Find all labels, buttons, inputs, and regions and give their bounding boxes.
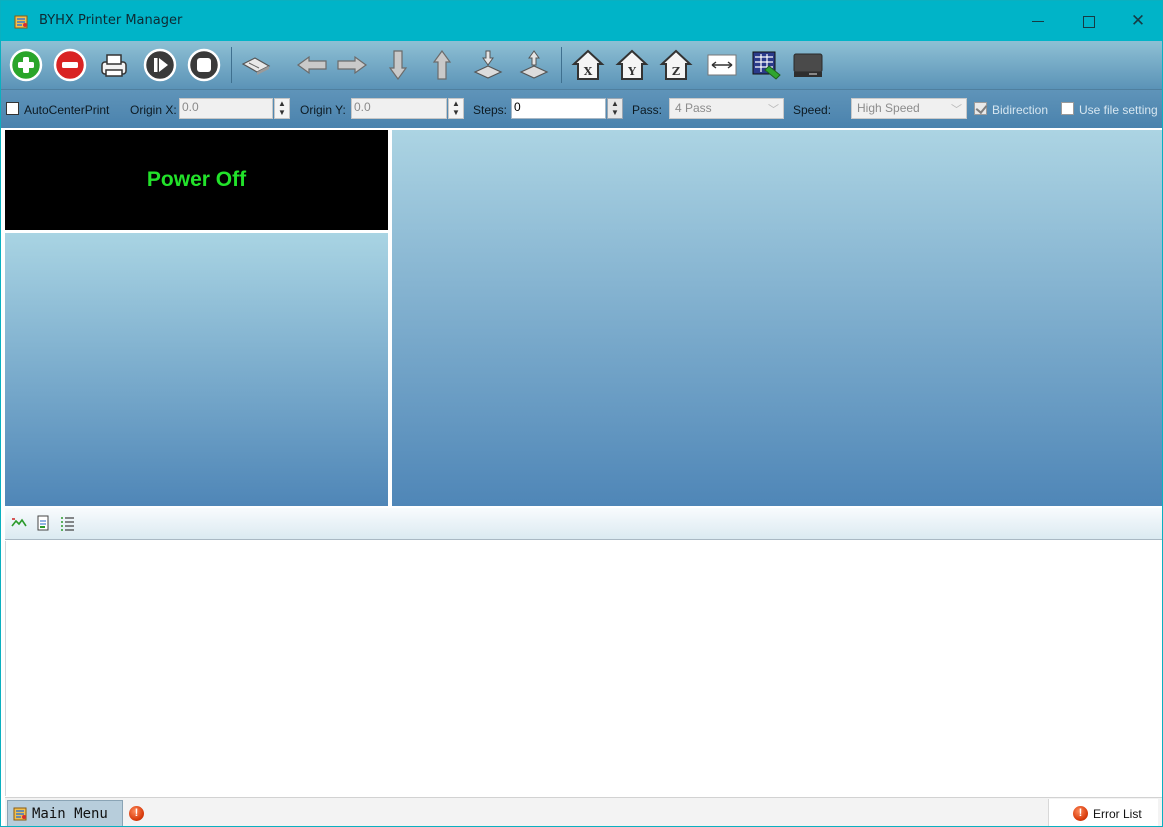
app-window: BYHX Printer Manager ✕ X Y Z AutoCenterP…	[0, 0, 1163, 827]
settings-table-icon[interactable]	[749, 48, 783, 82]
printer-info-pane	[5, 233, 388, 506]
svg-text:Y: Y	[627, 65, 636, 78]
origin-y-field[interactable]: 0.0	[351, 98, 447, 119]
remove-icon[interactable]	[53, 48, 87, 82]
close-button[interactable]: ✕	[1113, 1, 1162, 41]
main-menu-button[interactable]: Main Menu	[7, 800, 123, 826]
speed-label: Speed:	[793, 103, 832, 117]
steps-field[interactable]: 0	[511, 98, 606, 119]
origin-y-spinner[interactable]: ▲ ▼	[448, 98, 464, 119]
measure-width-icon[interactable]	[705, 48, 739, 82]
app-printer-icon	[14, 15, 28, 29]
bidirection-label: Bidirection	[992, 103, 1049, 117]
printer-device-icon[interactable]	[791, 48, 825, 82]
toolbar-separator	[561, 47, 562, 83]
status-bar: Main Menu ! ! Error List	[5, 797, 1162, 826]
resume-icon[interactable]	[143, 48, 177, 82]
log-open-icon[interactable]	[11, 515, 27, 531]
origin-x-field[interactable]: 0.0	[179, 98, 273, 119]
log-output-area[interactable]	[5, 541, 1162, 796]
stop-icon[interactable]	[187, 48, 221, 82]
job-preview-pane	[392, 130, 1162, 506]
origin-y-label: Origin Y:	[300, 103, 346, 117]
power-status-text: Power Off	[146, 168, 247, 191]
speed-select[interactable]: High Speed ﹀	[851, 98, 967, 119]
media-down-icon[interactable]	[471, 48, 505, 82]
svg-text:Z: Z	[672, 65, 680, 78]
steps-spinner[interactable]: ▲ ▼	[607, 98, 623, 119]
media-up-icon[interactable]	[517, 48, 551, 82]
log-toolbar	[5, 508, 1162, 540]
use-file-setting-checkbox[interactable]	[1061, 102, 1074, 115]
svg-text:X: X	[584, 65, 593, 78]
main-menu-label: Main Menu	[32, 806, 108, 822]
chevron-down-icon: ﹀	[951, 104, 962, 116]
minimize-button[interactable]	[1013, 1, 1063, 41]
move-up-icon[interactable]	[425, 48, 459, 82]
error-icon[interactable]: !	[129, 806, 144, 821]
origin-x-label: Origin X:	[130, 103, 177, 117]
app-printer-icon	[13, 807, 27, 821]
main-toolbar: X Y Z	[1, 41, 1162, 90]
speed-select-value: High Speed	[857, 101, 920, 115]
move-right-icon[interactable]	[335, 48, 369, 82]
pass-select-value: 4 Pass	[675, 101, 712, 115]
clean-head-icon[interactable]	[239, 48, 273, 82]
home-x-icon[interactable]: X	[571, 48, 605, 82]
maximize-button[interactable]	[1063, 1, 1113, 41]
error-list-label: Error List	[1093, 807, 1142, 821]
origin-x-spinner[interactable]: ▲ ▼	[274, 98, 290, 119]
log-list-icon[interactable]	[59, 515, 75, 531]
print-icon[interactable]	[97, 48, 131, 82]
error-icon: !	[1073, 806, 1088, 821]
log-export-icon[interactable]	[35, 515, 51, 531]
bidirection-checkbox[interactable]	[974, 102, 987, 115]
error-list-button[interactable]: ! Error List	[1048, 799, 1158, 826]
home-y-icon[interactable]: Y	[615, 48, 649, 82]
use-file-setting-label: Use file setting	[1079, 103, 1158, 117]
window-title: BYHX Printer Manager	[39, 13, 183, 28]
move-left-icon[interactable]	[295, 48, 329, 82]
toolbar-separator	[231, 47, 232, 83]
add-icon[interactable]	[9, 48, 43, 82]
auto-center-checkbox[interactable]	[6, 102, 19, 115]
pass-select[interactable]: 4 Pass ﹀	[669, 98, 784, 119]
pass-label: Pass:	[632, 103, 663, 117]
printer-status-panel: Power Off	[5, 130, 388, 230]
print-options-bar: AutoCenterPrint Origin X: 0.0 ▲ ▼ Origin …	[1, 90, 1162, 128]
chevron-down-icon: ﹀	[768, 104, 779, 116]
steps-label: Steps:	[473, 103, 508, 117]
move-down-icon[interactable]	[381, 48, 415, 82]
auto-center-label: AutoCenterPrint	[24, 103, 110, 117]
title-bar: BYHX Printer Manager ✕	[1, 1, 1162, 41]
home-z-icon[interactable]: Z	[659, 48, 693, 82]
